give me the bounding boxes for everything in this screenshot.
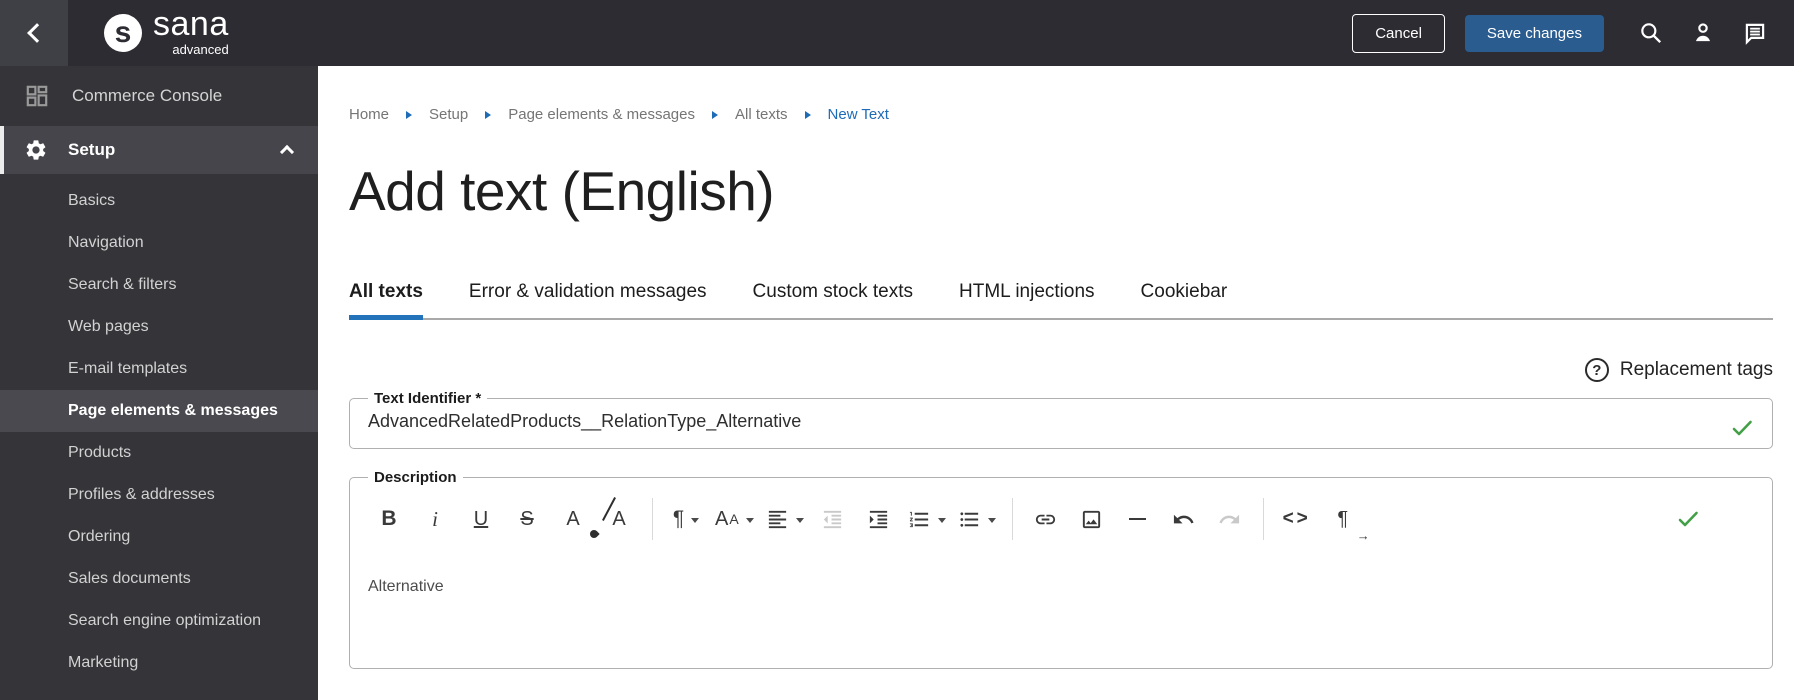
tab-custom-stock-texts[interactable]: Custom stock texts	[753, 281, 914, 320]
sidebar-item-seo[interactable]: Search engine optimization	[0, 600, 318, 642]
sidebar-section-setup[interactable]: Setup	[0, 126, 318, 174]
text-direction-icon[interactable]: ¶ →	[1326, 499, 1369, 544]
cancel-button[interactable]: Cancel	[1352, 13, 1445, 53]
save-changes-button[interactable]: Save changes	[1464, 14, 1604, 52]
text-identifier-field: Text Identifier *	[349, 390, 1773, 449]
undo-icon[interactable]	[1167, 499, 1201, 539]
sidebar-item-products[interactable]: Products	[0, 432, 318, 474]
chevron-down-icon	[795, 518, 804, 523]
underline-icon[interactable]: U	[464, 499, 498, 539]
toolbar-divider	[1011, 498, 1013, 540]
redo-icon[interactable]	[1213, 499, 1247, 539]
gear-icon	[26, 140, 46, 160]
sidebar-item-page-elements-messages[interactable]: Page elements & messages	[0, 390, 318, 432]
font-size-icon[interactable]: AA	[715, 499, 754, 539]
sana-logo-icon: s	[104, 14, 142, 52]
back-button[interactable]	[0, 0, 68, 66]
brand-name: sana	[153, 4, 229, 43]
description-field: Description B i U S A A ¶ AA <> ¶ → Alte…	[349, 469, 1773, 669]
toolbar-divider	[652, 498, 653, 540]
tab-cookiebar[interactable]: Cookiebar	[1141, 281, 1228, 320]
breadcrumb-all-texts[interactable]: All texts	[735, 106, 788, 123]
sidebar-item-search-filters[interactable]: Search & filters	[0, 264, 318, 306]
breadcrumb-page-elements[interactable]: Page elements & messages	[508, 106, 695, 123]
identifier-valid-check-icon	[1730, 416, 1754, 440]
description-label: Description	[374, 469, 457, 486]
brand-subtitle: advanced	[172, 42, 229, 58]
breadcrumb-arrow-icon	[712, 110, 718, 119]
chevron-up-icon	[279, 144, 295, 160]
sidebar-item-email-templates[interactable]: E-mail templates	[0, 348, 318, 390]
sidebar: Commerce Console Setup Basics Navigation…	[0, 66, 318, 700]
breadcrumb-arrow-icon	[485, 110, 492, 119]
sidebar-item-ordering[interactable]: Ordering	[0, 516, 318, 558]
unordered-list-icon[interactable]	[958, 499, 996, 539]
sidebar-item-sales-documents[interactable]: Sales documents	[0, 558, 318, 600]
breadcrumb-arrow-icon	[406, 110, 413, 119]
help-icon: ?	[1584, 358, 1609, 382]
tab-error-validation-messages[interactable]: Error & validation messages	[469, 281, 707, 320]
description-valid-check-icon	[1676, 507, 1700, 531]
replacement-tags-label: Replacement tags	[1619, 359, 1773, 380]
rich-text-toolbar: B i U S A A ¶ AA <> ¶ →	[366, 486, 1756, 552]
link-icon[interactable]	[1029, 499, 1063, 539]
chevron-down-icon	[937, 518, 946, 523]
breadcrumb-current: New Text	[827, 106, 889, 123]
bold-icon[interactable]: B	[372, 499, 406, 539]
strikethrough-icon[interactable]: S	[510, 499, 544, 539]
sidebar-setup-label: Setup	[68, 140, 116, 159]
page-title: Add text (English)	[349, 160, 775, 222]
code-view-icon[interactable]: <>	[1280, 499, 1314, 539]
tab-bar: All texts Error & validation messages Cu…	[349, 281, 1773, 320]
text-identifier-label: Text Identifier *	[374, 390, 482, 407]
toolbar-divider	[1262, 498, 1264, 540]
chevron-down-icon	[987, 518, 996, 523]
dashboard-grid-icon	[26, 85, 48, 107]
sidebar-console-label: Commerce Console	[72, 86, 223, 105]
clear-formatting-icon[interactable]: A	[602, 497, 636, 539]
chevron-down-icon	[745, 518, 754, 523]
sana-logo: s sana advanced	[104, 4, 229, 58]
top-bar: s sana advanced Cancel Save changes	[0, 0, 1794, 66]
horizontal-line-icon[interactable]	[1121, 499, 1155, 539]
sidebar-item-basics[interactable]: Basics	[0, 180, 318, 222]
main-content: Home Setup Page elements & messages All …	[318, 66, 1794, 700]
feedback-chat-icon[interactable]	[1742, 20, 1768, 46]
sidebar-item-web-pages[interactable]: Web pages	[0, 306, 318, 348]
text-identifier-input[interactable]	[366, 409, 1666, 438]
chevron-left-icon	[27, 23, 47, 43]
breadcrumb-setup[interactable]: Setup	[429, 106, 468, 123]
paragraph-format-icon[interactable]: ¶	[669, 499, 703, 539]
italic-icon[interactable]: i	[418, 499, 452, 539]
tab-html-injections[interactable]: HTML injections	[959, 281, 1095, 320]
user-account-icon[interactable]	[1690, 20, 1716, 46]
breadcrumb-home[interactable]: Home	[349, 106, 389, 123]
text-color-icon[interactable]: A	[556, 499, 600, 540]
indent-icon[interactable]	[862, 499, 896, 539]
description-editor-content[interactable]: Alternative	[366, 552, 1756, 596]
setup-submenu: Basics Navigation Search & filters Web p…	[0, 180, 318, 684]
align-left-icon[interactable]	[766, 499, 804, 539]
breadcrumb: Home Setup Page elements & messages All …	[349, 106, 1773, 123]
chevron-down-icon	[691, 518, 700, 523]
outdent-icon[interactable]	[816, 499, 850, 539]
tab-all-texts[interactable]: All texts	[349, 281, 423, 320]
replacement-tags-link[interactable]: ? Replacement tags	[349, 358, 1773, 382]
breadcrumb-arrow-icon	[804, 110, 811, 119]
search-icon[interactable]	[1638, 20, 1664, 46]
sidebar-item-profiles-addresses[interactable]: Profiles & addresses	[0, 474, 318, 516]
sidebar-item-marketing[interactable]: Marketing	[0, 642, 318, 684]
sidebar-item-commerce-console[interactable]: Commerce Console	[0, 66, 318, 126]
image-icon[interactable]	[1075, 499, 1109, 539]
sidebar-item-navigation[interactable]: Navigation	[0, 222, 318, 264]
ordered-list-icon[interactable]	[908, 499, 946, 539]
